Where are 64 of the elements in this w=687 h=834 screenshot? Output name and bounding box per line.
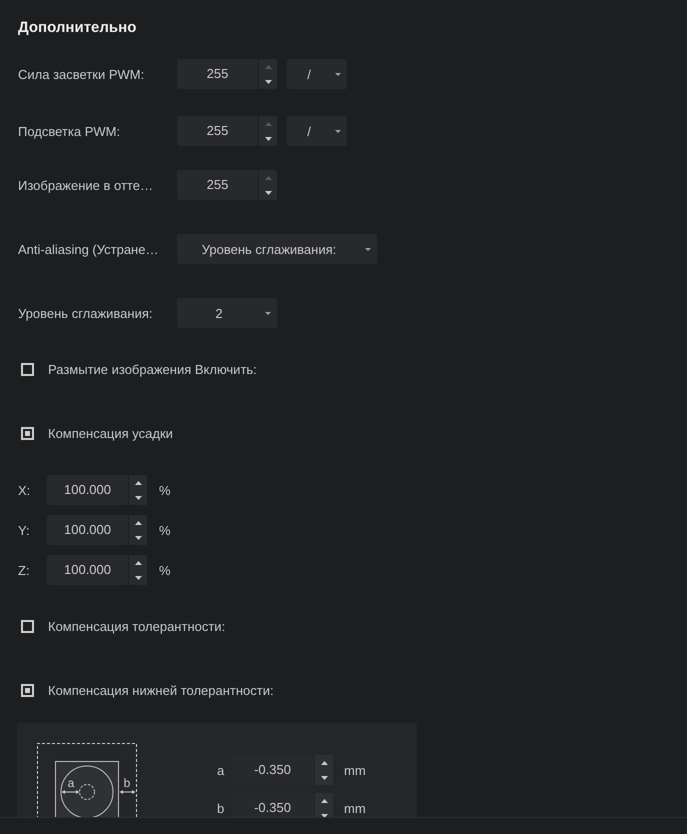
number-field[interactable]: 255 — [177, 116, 258, 146]
checkbox-label: Компенсация усадки — [48, 426, 173, 440]
unit-label: mm — [344, 800, 366, 816]
spin-down-button[interactable] — [129, 570, 147, 585]
number-field[interactable]: 100.000 — [47, 555, 128, 585]
caret-down-icon — [264, 80, 272, 84]
checkbox[interactable] — [21, 362, 34, 376]
checkbox[interactable] — [21, 684, 34, 696]
caret-down-icon — [335, 72, 341, 76]
dropdown[interactable]: / — [287, 59, 347, 89]
dropdown[interactable]: / — [287, 116, 347, 146]
dimension-label: b — [124, 776, 130, 790]
caret-down-icon — [134, 576, 142, 580]
checkbox[interactable] — [21, 620, 34, 632]
caret-down-icon — [134, 536, 142, 540]
spin-down-button[interactable] — [259, 131, 277, 146]
unit-label: % — [159, 522, 171, 538]
spin-down-button[interactable] — [129, 530, 147, 545]
unit-label: % — [159, 482, 171, 498]
field-label: Z: — [18, 562, 30, 578]
number-field[interactable]: 255 — [177, 59, 258, 89]
spin-up-button[interactable] — [315, 793, 333, 808]
caret-down-icon — [265, 312, 271, 314]
dropdown[interactable]: Уровень сглаживания: — [177, 234, 377, 264]
caret-down-icon — [365, 248, 371, 250]
caret-down-icon — [264, 136, 272, 140]
number-field[interactable]: 255 — [177, 170, 258, 200]
checkbox-label: Компенсация толерантности: — [48, 618, 226, 634]
field-label: Anti-aliasing (Устране… — [18, 242, 158, 256]
spin-up-button[interactable] — [129, 475, 147, 490]
dimension-arrow — [120, 790, 136, 794]
spin-up-button[interactable] — [129, 515, 147, 530]
field-label: a — [217, 762, 226, 778]
unit-label: % — [159, 562, 171, 578]
spin-down-button[interactable] — [259, 185, 277, 200]
field-label: Изображение в отте… — [18, 178, 153, 192]
section-title: Дополнительно — [18, 18, 136, 38]
checkbox[interactable] — [21, 426, 34, 440]
number-field[interactable]: 100.000 — [47, 515, 128, 545]
spin-down-button[interactable] — [259, 74, 277, 89]
caret-down-icon — [335, 130, 341, 132]
spin-up-button[interactable] — [315, 755, 333, 770]
caret-down-icon — [264, 190, 272, 194]
number-field[interactable]: 100.000 — [47, 475, 128, 505]
number-field[interactable]: -0.350 — [232, 793, 313, 817]
field-label: Уровень сглаживания: — [18, 306, 153, 320]
field-label: X: — [18, 482, 30, 498]
dimension-label: a — [68, 776, 74, 790]
field-label: Сила засветки PWM: — [18, 66, 144, 82]
caret-down-icon — [134, 496, 142, 500]
number-field[interactable]: -0.350 — [232, 755, 313, 785]
spin-up-button[interactable] — [129, 555, 147, 570]
checkbox-label: Размытие изображения Включить: — [48, 362, 257, 376]
field-label: Y: — [18, 522, 30, 538]
dropdown[interactable]: 2 — [177, 298, 277, 328]
hole-circle — [79, 784, 95, 800]
field-label: b — [217, 800, 226, 816]
checkbox-label: Компенсация нижней толерантности: — [48, 682, 274, 698]
caret-down-icon — [320, 776, 328, 780]
dimension-arrow — [62, 790, 80, 794]
field-label: Подсветка PWM: — [18, 124, 120, 138]
spin-down-button[interactable] — [129, 490, 147, 505]
unit-label: mm — [344, 762, 366, 778]
spin-down-button[interactable] — [315, 770, 333, 785]
